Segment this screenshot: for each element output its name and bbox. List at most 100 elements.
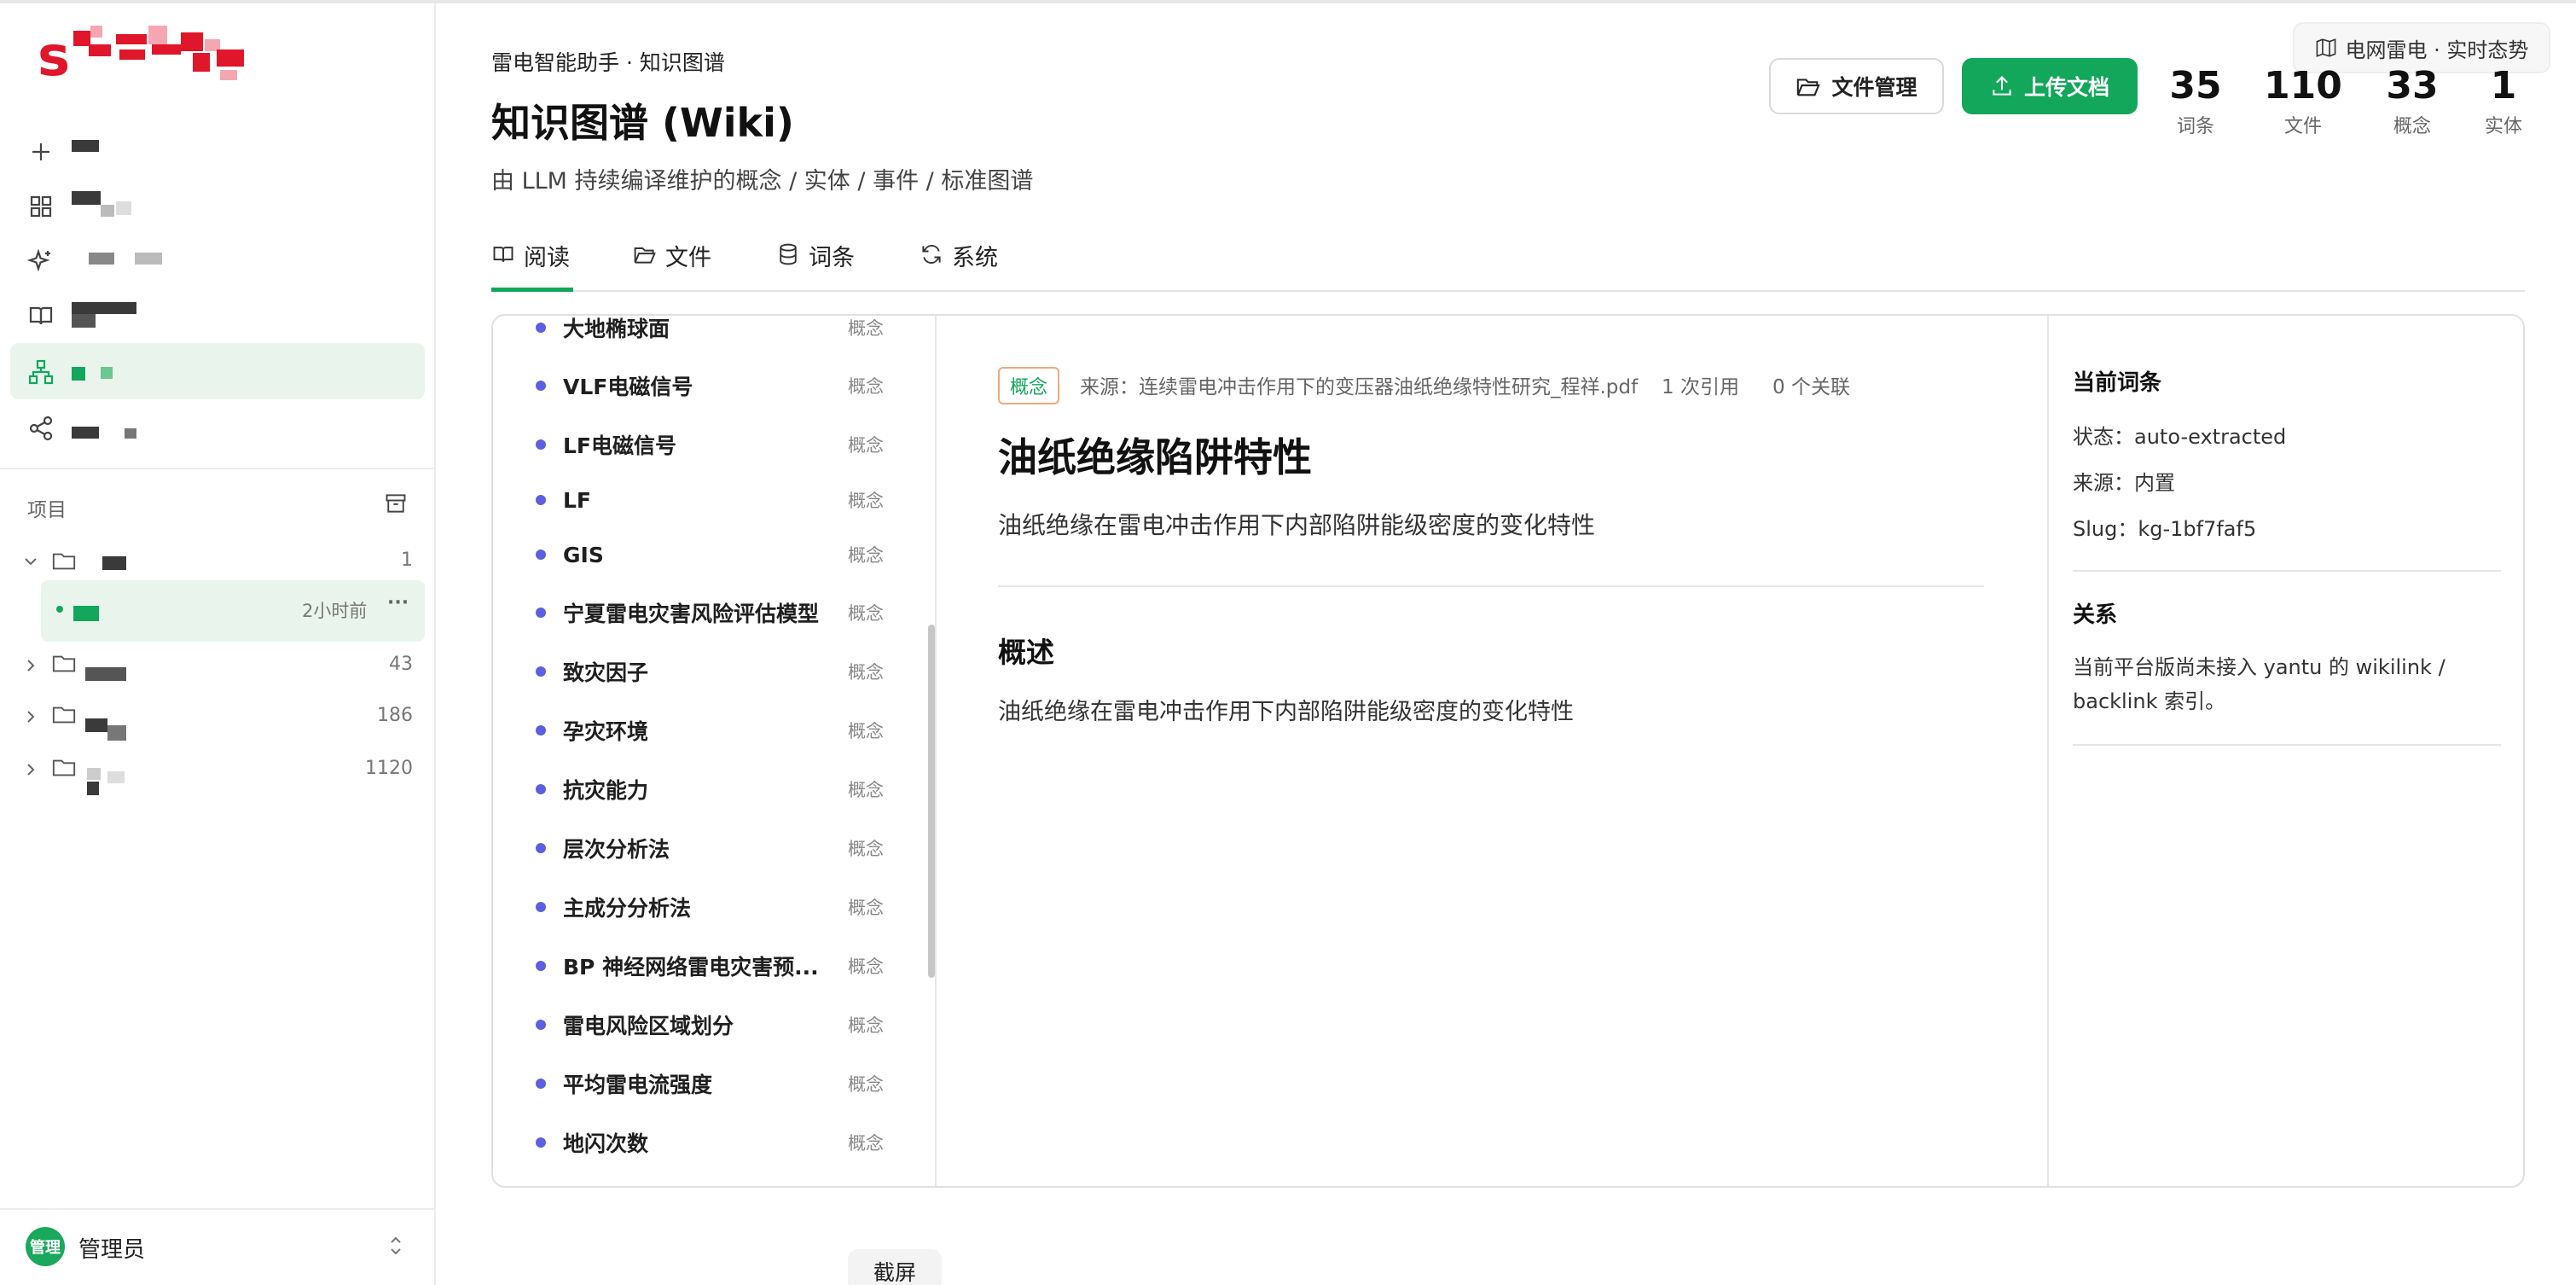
term-name: 地闪次数 <box>563 1131 649 1156</box>
term-relations-count: 0 个关联 <box>1772 376 1850 398</box>
list-item[interactable]: 层次分析法 概念 <box>493 823 920 874</box>
nav-item-apps[interactable] <box>72 191 140 220</box>
upload-document-label: 上传文档 <box>2023 75 2109 100</box>
project-row[interactable]: 1120 <box>20 753 425 800</box>
tab-files[interactable]: 文件 <box>633 239 711 292</box>
nav-item-new[interactable] <box>72 140 99 157</box>
sitemap-icon[interactable] <box>27 358 55 386</box>
tab-bar: 阅读 文件 词条 系统 <box>491 239 2525 292</box>
projects-section-label: 项目 <box>27 499 67 521</box>
list-item[interactable]: 主成分分析法 概念 <box>493 881 920 933</box>
term-name: 致灾因子 <box>563 660 649 685</box>
screenshot-button[interactable]: 截屏 <box>848 1249 942 1285</box>
list-item[interactable]: BP 神经网络雷电灾害预... 概念 <box>493 940 920 991</box>
more-icon[interactable]: ··· <box>387 592 409 613</box>
chevron-up-down-icon[interactable] <box>386 1234 406 1258</box>
tab-label: 系统 <box>952 245 998 271</box>
book-open-icon <box>493 247 513 262</box>
project-count: 43 <box>389 654 413 675</box>
list-scrollbar[interactable] <box>928 625 935 978</box>
detail-divider <box>998 585 1984 587</box>
list-item[interactable]: 致灾因子 概念 <box>493 646 920 697</box>
term-info-panel: 当前词条 状态：auto-extracted 来源：内置 Slug：kg-1bf… <box>2047 316 2523 1186</box>
list-item[interactable]: 孕灾环境 概念 <box>493 705 920 756</box>
chevron-down-icon[interactable] <box>20 551 41 572</box>
stat-value: 33 <box>2386 64 2439 108</box>
list-item[interactable]: LF 概念 <box>493 474 920 526</box>
list-item[interactable]: GIS 概念 <box>493 529 920 580</box>
list-bullet <box>536 1137 546 1148</box>
relations-heading: 关系 <box>2073 602 2118 628</box>
list-bullet <box>536 608 546 618</box>
term-type: 概念 <box>848 780 884 800</box>
share-icon[interactable] <box>27 415 55 442</box>
live-badge-label: 电网雷电 · 实时态势 <box>2345 38 2529 62</box>
current-entry-heading: 当前词条 <box>2073 370 2162 396</box>
svg-text:s: s <box>38 26 70 84</box>
term-name: VLF电磁信号 <box>563 375 693 399</box>
stat-value: 1 <box>2490 64 2517 108</box>
list-item[interactable]: 雷电风险区域划分 概念 <box>493 999 920 1050</box>
stat-label: 词条 <box>2176 116 2214 137</box>
stat-files: 110 文件 <box>2262 65 2344 138</box>
nav-item-assistant[interactable] <box>72 251 165 268</box>
nav-item-share[interactable] <box>72 425 140 442</box>
stat-entries: 35 词条 <box>2161 65 2230 138</box>
plus-icon[interactable] <box>27 138 55 166</box>
folder-icon <box>634 247 656 264</box>
refresh-icon <box>922 245 941 264</box>
term-name: 平均雷电流强度 <box>563 1073 713 1097</box>
stat-concepts: 33 概念 <box>2378 65 2446 138</box>
side-divider <box>2073 570 2501 572</box>
tab-read[interactable]: 阅读 <box>491 239 573 292</box>
grid-icon[interactable] <box>27 193 55 220</box>
tab-label: 文件 <box>665 245 711 271</box>
nav-item-docs[interactable] <box>72 302 140 331</box>
list-item[interactable]: 抗灾能力 概念 <box>493 764 920 815</box>
archive-icon[interactable] <box>384 491 408 515</box>
list-item[interactable]: 地闪次数 概念 <box>493 1117 920 1168</box>
upload-document-button[interactable]: 上传文档 <box>1962 58 2138 114</box>
project-active-item[interactable]: 2小时前 ··· <box>41 580 425 642</box>
tab-label: 词条 <box>809 245 855 271</box>
term-source: 来源：连续雷电冲击作用下的变压器油纸绝缘特性研究_程祥.pdf <box>1080 376 1639 398</box>
list-bullet <box>536 1020 546 1030</box>
breadcrumb: 雷电智能助手 · 知识图谱 <box>491 50 725 75</box>
project-row[interactable]: 43 <box>20 648 425 691</box>
term-type: 概念 <box>848 662 884 683</box>
project-count: 186 <box>377 705 413 726</box>
term-name: LF电磁信号 <box>563 433 677 458</box>
user-name[interactable]: 管理员 <box>78 1232 145 1264</box>
app-logo[interactable]: s <box>38 19 259 89</box>
nav-item-knowledge-graph[interactable] <box>72 365 123 382</box>
list-item[interactable]: VLF电磁信号 概念 <box>493 360 920 411</box>
term-name: 主成分分析法 <box>563 896 692 921</box>
tab-entries[interactable]: 词条 <box>776 239 855 292</box>
term-type: 概念 <box>848 376 884 397</box>
book-icon[interactable] <box>27 302 55 329</box>
entry-slug: Slug：kg-1bf7faf5 <box>2073 517 2257 541</box>
list-item[interactable]: 大地椭球面 概念 <box>493 316 920 353</box>
folder-icon <box>52 553 76 570</box>
list-item[interactable]: 平均雷电流强度 概念 <box>493 1058 920 1109</box>
avatar[interactable]: 管理 <box>26 1227 65 1266</box>
project-row[interactable]: 186 <box>20 700 425 747</box>
list-bullet <box>536 439 546 450</box>
term-name: GIS <box>563 542 604 567</box>
list-item[interactable]: 宁夏雷电灾害风险评估模型 概念 <box>493 587 920 638</box>
term-list[interactable]: 大地椭球面 概念 VLF电磁信号 概念 LF电磁信号 概念 LF 概念 GIS 概念 宁夏… <box>493 316 937 1186</box>
chevron-right-icon[interactable] <box>20 706 41 727</box>
folder-open-icon <box>1797 78 1821 96</box>
tab-system[interactable]: 系统 <box>920 239 998 292</box>
relations-text-line1: 当前平台版尚未接入 yantu 的 wikilink / <box>2073 655 2445 679</box>
chevron-right-icon[interactable] <box>20 655 41 676</box>
wiki-reader-panel: 大地椭球面 概念 VLF电磁信号 概念 LF电磁信号 概念 LF 概念 GIS 概念 宁夏… <box>491 314 2525 1188</box>
chevron-right-icon[interactable] <box>20 759 41 780</box>
entry-source: 来源：内置 <box>2073 471 2175 495</box>
file-management-button[interactable]: 文件管理 <box>1769 58 1944 114</box>
database-icon <box>780 243 797 265</box>
list-item[interactable]: LF电磁信号 概念 <box>493 419 920 470</box>
term-type: 概念 <box>848 1074 884 1095</box>
sparkle-icon[interactable] <box>26 247 55 275</box>
list-bullet <box>536 843 546 853</box>
